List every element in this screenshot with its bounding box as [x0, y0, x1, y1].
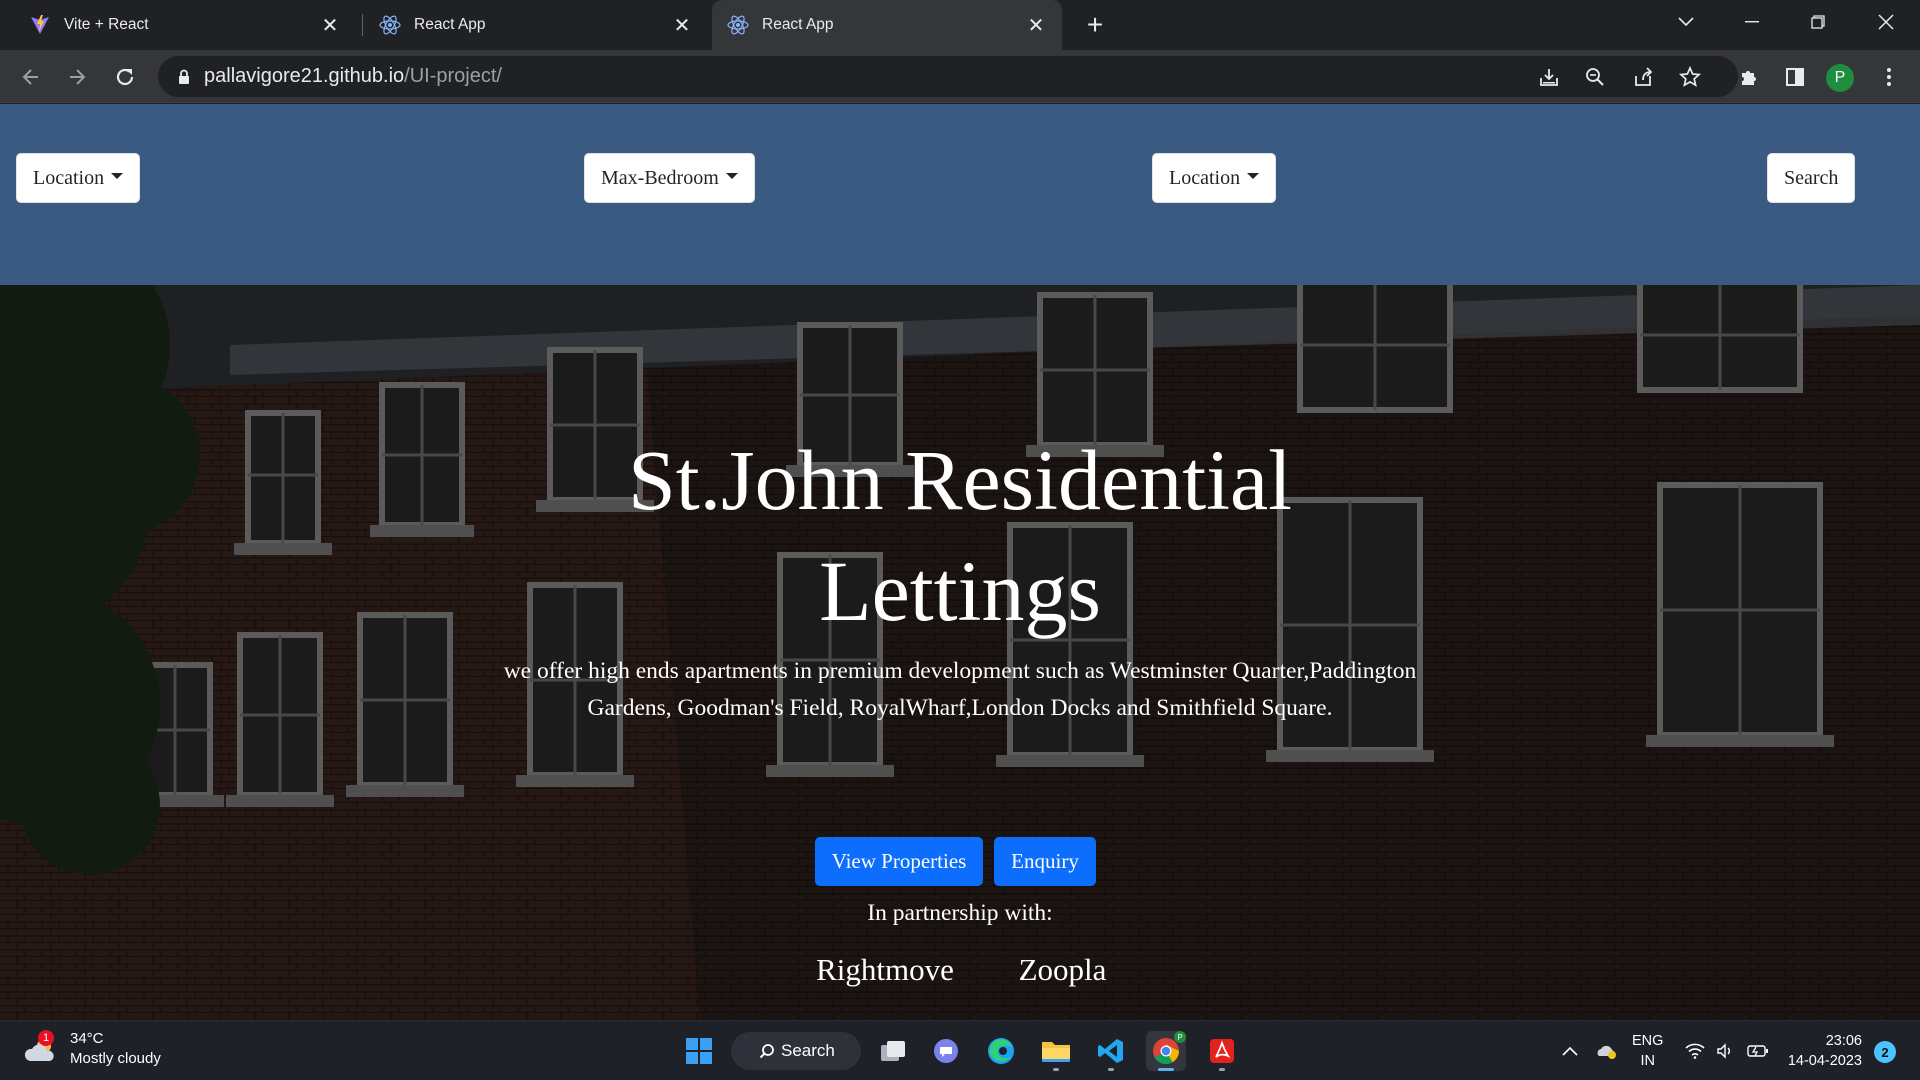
running-indicator — [1053, 1068, 1059, 1071]
bookmark-star-icon[interactable] — [1675, 62, 1705, 92]
tab-title: Vite + React — [64, 16, 149, 33]
menu-kebab-icon[interactable] — [1874, 62, 1904, 92]
hero-title: St.John Residential Lettings — [460, 425, 1460, 647]
taskbar-search[interactable]: Search — [731, 1032, 861, 1070]
browser-tab-strip: Vite + React ✕ React App ✕ React App ✕ + — [0, 0, 1920, 50]
site-navbar: Location Max-Bedroom Location Search — [0, 104, 1920, 285]
close-window-button[interactable] — [1858, 0, 1914, 44]
react-icon — [378, 13, 402, 37]
extensions-icon[interactable] — [1734, 62, 1764, 92]
tab-title: React App — [414, 16, 486, 33]
tab-vite-react[interactable]: Vite + React ✕ — [14, 0, 356, 50]
wifi-icon — [1685, 1043, 1705, 1059]
file-explorer-icon[interactable] — [1036, 1031, 1076, 1071]
side-panel-icon[interactable] — [1780, 62, 1810, 92]
search-button[interactable]: Search — [1767, 153, 1856, 203]
tab-separator — [362, 14, 363, 36]
chrome-profile-badge: P — [1174, 1031, 1186, 1043]
back-button[interactable] — [14, 60, 48, 94]
hero-title-line-2: Lettings — [819, 543, 1101, 639]
acrobat-reader-icon[interactable] — [1202, 1031, 1242, 1071]
profile-avatar[interactable]: P — [1826, 64, 1854, 92]
tab-search-icon[interactable] — [1658, 0, 1714, 44]
system-clock[interactable]: 23:06 14-04-2023 — [1780, 1031, 1862, 1071]
partner-zoopla: Zoopla — [1018, 952, 1107, 987]
max-bedroom-dropdown-label: Max-Bedroom — [601, 166, 719, 189]
view-properties-button[interactable]: View Properties — [815, 837, 983, 886]
share-icon[interactable] — [1628, 62, 1658, 92]
teams-chat-icon[interactable] — [926, 1031, 966, 1071]
edge-browser-icon[interactable] — [981, 1031, 1021, 1071]
partnership-label: In partnership with: — [867, 900, 1053, 926]
quick-settings[interactable] — [1685, 1021, 1769, 1080]
lock-icon[interactable] — [178, 69, 190, 85]
caret-down-icon — [1247, 173, 1260, 179]
vite-icon — [28, 13, 52, 37]
windows-taskbar: 1 34°C Mostly cloudy Search P ENG IN 23:… — [0, 1020, 1920, 1080]
tab-react-app-active[interactable]: React App ✕ — [712, 0, 1062, 50]
windows-start-button[interactable] — [679, 1031, 719, 1071]
url-path: /UI-project/ — [404, 65, 502, 87]
running-indicator — [1108, 1068, 1114, 1071]
weather-widget[interactable]: 1 34°C Mostly cloudy — [24, 1029, 161, 1069]
hero-section: St.John Residential Lettings we offer hi… — [0, 285, 1920, 1020]
react-icon — [726, 13, 750, 37]
location-dropdown-label: Location — [1169, 166, 1241, 189]
new-tab-button[interactable]: + — [1080, 9, 1110, 40]
region-code: IN — [1640, 1053, 1655, 1069]
vscode-icon[interactable] — [1091, 1031, 1131, 1071]
url-host: pallavigore21.github.io — [204, 65, 405, 87]
partner-rightmove: Rightmove — [816, 952, 954, 987]
battery-icon — [1747, 1044, 1769, 1058]
hero-title-line-1: St.John Residential — [627, 432, 1293, 528]
minimize-button[interactable] — [1724, 0, 1780, 44]
close-tab-icon[interactable]: ✕ — [1024, 13, 1048, 37]
notification-badge[interactable]: 2 — [1874, 1041, 1896, 1063]
max-bedroom-dropdown[interactable]: Max-Bedroom — [584, 153, 755, 203]
web-page: Location Max-Bedroom Location Search St.… — [0, 104, 1920, 1020]
caret-down-icon — [725, 173, 738, 179]
tab-react-app[interactable]: React App ✕ — [364, 0, 708, 50]
enquiry-button[interactable]: Enquiry — [994, 837, 1096, 886]
cloudy-weather-icon: 1 — [24, 1030, 58, 1064]
hero-content: St.John Residential Lettings we offer hi… — [0, 285, 1920, 1020]
clock-time: 23:06 — [1825, 1033, 1862, 1049]
close-tab-icon[interactable]: ✕ — [318, 13, 342, 37]
location-dropdown-secondary[interactable]: Location — [1152, 153, 1277, 203]
chrome-icon[interactable]: P — [1146, 1031, 1186, 1071]
browser-toolbar: pallavigore21.github.io/UI-project/ P — [0, 50, 1920, 103]
running-indicator — [1219, 1068, 1225, 1071]
restore-button[interactable] — [1790, 0, 1846, 44]
running-indicator — [1158, 1068, 1174, 1071]
search-icon — [759, 1043, 775, 1059]
weather-description: Mostly cloudy — [70, 1050, 161, 1067]
install-app-icon[interactable] — [1534, 62, 1564, 92]
address-bar[interactable]: pallavigore21.github.io/UI-project/ — [158, 56, 1738, 97]
weather-alert-badge: 1 — [38, 1030, 54, 1046]
clock-date: 14-04-2023 — [1787, 1053, 1862, 1069]
system-tray — [1562, 1021, 1618, 1080]
location-dropdown-label: Location — [33, 166, 105, 189]
tab-title: React App — [762, 16, 834, 33]
location-dropdown[interactable]: Location — [16, 153, 141, 203]
hero-description: we offer high ends apartments in premium… — [503, 658, 1417, 721]
taskbar-search-label: Search — [781, 1041, 835, 1060]
language-indicator[interactable]: ENG IN — [1632, 1031, 1663, 1071]
reload-button[interactable] — [108, 60, 142, 94]
close-tab-icon[interactable]: ✕ — [670, 13, 694, 37]
forward-button[interactable] — [60, 60, 94, 94]
task-view-icon[interactable] — [873, 1031, 913, 1071]
chevron-up-icon[interactable] — [1562, 1046, 1578, 1056]
volume-icon — [1717, 1043, 1735, 1059]
weather-temperature: 34°C — [70, 1030, 104, 1047]
caret-down-icon — [111, 173, 124, 179]
language-code: ENG — [1632, 1033, 1664, 1049]
onedrive-icon[interactable] — [1596, 1042, 1618, 1060]
search-button-label: Search — [1784, 166, 1839, 189]
zoom-icon[interactable] — [1580, 62, 1610, 92]
